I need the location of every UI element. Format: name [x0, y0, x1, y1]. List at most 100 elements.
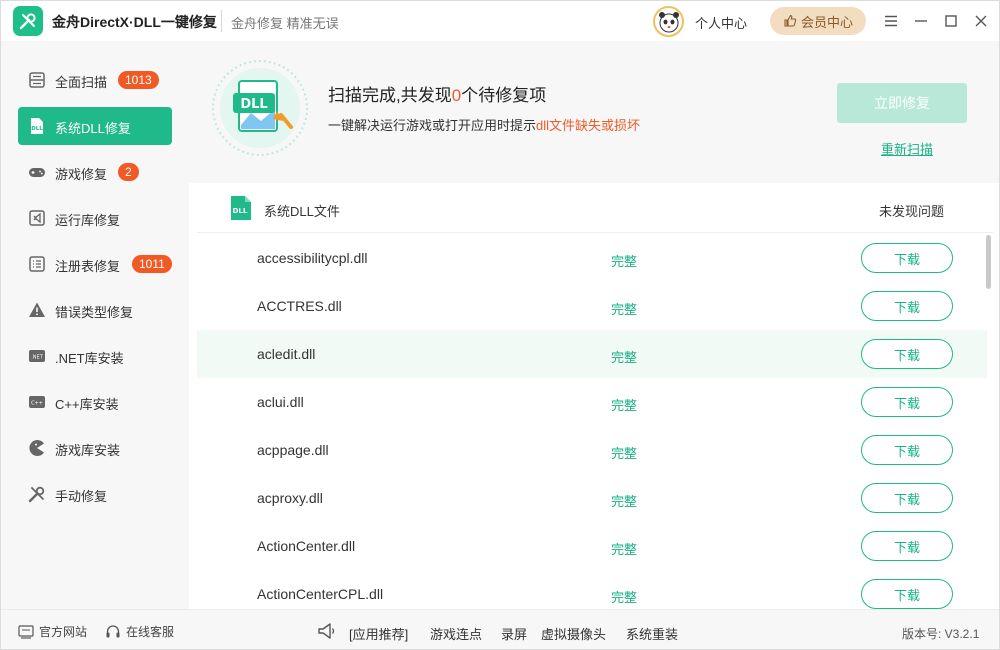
- user-center-link[interactable]: 个人中心: [695, 13, 747, 32]
- scan-result-title: 扫描完成,共发现0个待修复项: [328, 81, 546, 106]
- fix-now-button[interactable]: 立即修复: [837, 83, 967, 123]
- sidebar-item-game-repair[interactable]: 游戏修复 2: [18, 153, 172, 191]
- file-name: acppage.dll: [257, 442, 329, 458]
- file-status: 完整: [611, 590, 638, 605]
- download-button[interactable]: 下载: [861, 387, 953, 417]
- user-avatar[interactable]: [653, 6, 684, 37]
- svg-text:DLL: DLL: [233, 207, 248, 215]
- count-badge: 1013: [118, 71, 159, 89]
- download-button[interactable]: 下载: [861, 435, 953, 465]
- download-button[interactable]: 下载: [861, 483, 953, 513]
- panda-avatar-icon: [658, 11, 679, 32]
- online-service-link[interactable]: 在线客服: [105, 623, 174, 640]
- svg-text:C++: C++: [31, 401, 43, 407]
- dotnet-icon: .NET: [28, 347, 46, 365]
- warning-icon: [28, 301, 46, 319]
- pacman-icon: [28, 439, 46, 457]
- app-recommend-link[interactable]: [应用推荐]: [349, 624, 408, 643]
- sidebar-item-label: 全面扫描: [55, 75, 108, 90]
- sidebar-item-registry-repair[interactable]: 注册表修复 1011: [18, 245, 172, 283]
- sidebar-item-error-type-repair[interactable]: 错误类型修复: [18, 291, 172, 329]
- table-row: acledit.dll 完整 下载: [197, 330, 987, 378]
- menu-button[interactable]: [881, 11, 901, 31]
- sidebar-item-system-dll-repair[interactable]: DLL 系统DLL修复: [18, 107, 172, 145]
- download-button[interactable]: 下载: [861, 291, 953, 321]
- registry-list-icon: [28, 255, 46, 273]
- sidebar-item-manual-repair[interactable]: 手动修复: [18, 475, 172, 513]
- sidebar-item-label: 游戏修复: [55, 167, 108, 182]
- maximize-button[interactable]: [941, 11, 961, 31]
- gamepad-icon: [28, 163, 46, 181]
- dll-file-icon: DLL: [229, 195, 253, 221]
- close-icon: [975, 15, 987, 27]
- table-row: acppage.dll 完整 下载: [197, 426, 987, 474]
- app-logo: [13, 6, 43, 36]
- system-reinstall-link[interactable]: 系统重装: [626, 624, 678, 643]
- file-status: 完整: [611, 446, 638, 461]
- table-row: acproxy.dll 完整 下载: [197, 474, 987, 522]
- list-status: 未发现问题: [879, 204, 945, 219]
- app-slogan: 金舟修复 精准无误: [231, 16, 339, 31]
- file-name: accessibilitycpl.dll: [257, 250, 368, 266]
- version-label: 版本号: V3.2.1: [902, 627, 980, 641]
- scan-result-subtitle: 一键解决运行游戏或打开应用时提示dll文件缺失或损坏: [328, 115, 640, 134]
- megaphone-icon: [317, 622, 337, 645]
- issue-count: 0: [451, 86, 462, 105]
- download-button[interactable]: 下载: [861, 243, 953, 273]
- game-clicker-link[interactable]: 游戏连点: [430, 624, 482, 643]
- dll-file-list: DLL 系统DLL文件 未发现问题 accessibilitycpl.dll 完…: [197, 183, 993, 609]
- virtual-camera-link[interactable]: 虚拟摄像头: [541, 624, 606, 643]
- scan-result-title-suffix: 个待修复项: [461, 86, 547, 105]
- list-title: 系统DLL文件: [264, 204, 340, 219]
- svg-text:DLL: DLL: [31, 126, 43, 132]
- sidebar-item-runtime-repair[interactable]: 运行库修复: [18, 199, 172, 237]
- file-status: 完整: [611, 350, 638, 365]
- minimize-button[interactable]: [911, 11, 931, 31]
- dll-icon: DLL: [28, 117, 46, 135]
- sidebar-item-label: 手动修复: [55, 489, 108, 504]
- sidebar-item-game-library-install[interactable]: 游戏库安装: [18, 429, 172, 467]
- file-status: 完整: [611, 542, 638, 557]
- file-status: 完整: [611, 494, 638, 509]
- footer-bar: 官方网站 在线客服 [应用推荐] 游戏连点 录屏 虚拟摄像头 系统重装 版本号:…: [1, 609, 999, 649]
- download-button[interactable]: 下载: [861, 531, 953, 561]
- online-service-label: 在线客服: [126, 625, 175, 639]
- hamburger-menu-icon: [885, 15, 897, 27]
- subtitle-prefix: 一键解决运行游戏或打开应用时提示: [328, 118, 537, 133]
- sidebar-item-cpp-install[interactable]: C++ C++库安装: [18, 383, 172, 421]
- scan-icon: [28, 71, 46, 89]
- vip-center-button[interactable]: 会员中心: [770, 7, 866, 35]
- file-name: ActionCenterCPL.dll: [257, 586, 384, 602]
- rescan-link[interactable]: 重新扫描: [881, 139, 933, 158]
- sidebar-item-full-scan[interactable]: 全面扫描 1013: [18, 61, 172, 99]
- visual-studio-icon: [28, 209, 46, 227]
- subtitle-highlight: dll文件缺失或损坏: [536, 118, 641, 133]
- app-title: 金舟DirectX·DLL一键修复: [52, 14, 217, 30]
- download-button[interactable]: 下载: [861, 579, 953, 609]
- count-badge: 1011: [132, 255, 172, 273]
- file-name: aclui.dll: [257, 394, 304, 410]
- file-name: ACCTRES.dll: [257, 298, 342, 314]
- app-window: 金舟DirectX·DLL一键修复 金舟修复 精准无误 个人中心 会员中心 全面…: [0, 0, 1000, 650]
- title-bar: 金舟DirectX·DLL一键修复 金舟修复 精准无误 个人中心 会员中心: [1, 1, 999, 41]
- table-row: aclui.dll 完整 下载: [197, 378, 987, 426]
- sidebar-item-label: 运行库修复: [55, 213, 121, 228]
- close-button[interactable]: [971, 11, 991, 31]
- screen-record-link[interactable]: 录屏: [501, 624, 527, 643]
- file-status: 完整: [611, 254, 638, 269]
- sidebar-item-dotnet-install[interactable]: .NET .NET库安装: [18, 337, 172, 375]
- official-site-link[interactable]: 官方网站: [18, 623, 87, 640]
- table-row: ActionCenterCPL.dll 完整 下载: [197, 570, 987, 609]
- sidebar-item-label: 系统DLL修复: [55, 121, 131, 136]
- file-name: ActionCenter.dll: [257, 538, 356, 554]
- sidebar-item-label: 注册表修复: [55, 259, 121, 274]
- sidebar: 全面扫描 1013 DLL 系统DLL修复 游戏修复 2 运行库修复 注册表修复…: [1, 41, 189, 609]
- list-scrollbar[interactable]: [986, 235, 991, 289]
- table-row: ACCTRES.dll 完整 下载: [197, 282, 987, 330]
- file-status: 完整: [611, 302, 638, 317]
- download-button[interactable]: 下载: [861, 339, 953, 369]
- sidebar-item-label: 游戏库安装: [55, 443, 121, 458]
- scan-result-title-prefix: 扫描完成,共发现: [328, 86, 452, 105]
- wrench-screwdriver-icon: [19, 13, 36, 30]
- official-site-label: 官方网站: [39, 625, 88, 639]
